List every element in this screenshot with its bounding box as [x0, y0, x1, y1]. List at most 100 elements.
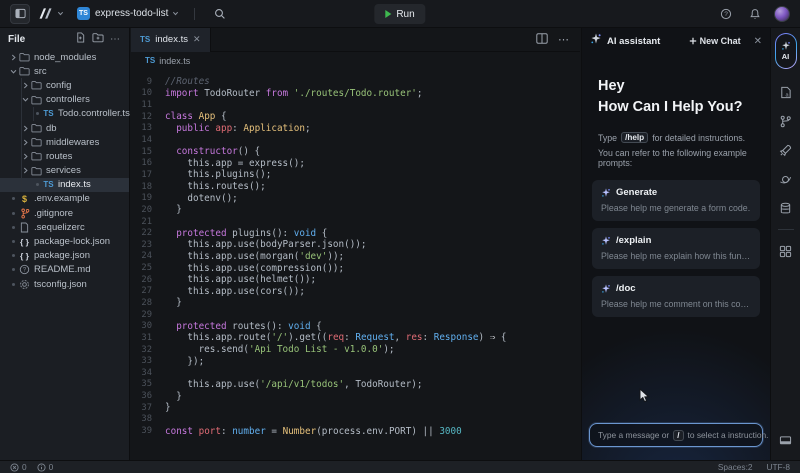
- code-line-29[interactable]: 29: [131, 309, 580, 321]
- rocket-icon[interactable]: [775, 139, 797, 161]
- ts-file-icon: TS: [140, 35, 150, 44]
- run-button[interactable]: Run: [374, 4, 425, 24]
- tree-item-label: README.md: [34, 264, 90, 275]
- code-line-10[interactable]: 10import TodoRouter from './routes/Todo.…: [131, 88, 580, 100]
- ai-panel-header: AI assistant New Chat ✕: [582, 28, 770, 54]
- sidebar-toggle-icon[interactable]: [10, 4, 30, 24]
- close-tab-icon[interactable]: ✕: [193, 34, 201, 45]
- tree-item-routes[interactable]: routes: [0, 149, 129, 163]
- error-count[interactable]: 0: [10, 462, 27, 472]
- code-area[interactable]: 9//Routes10import TodoRouter from './rou…: [131, 69, 580, 437]
- code-line-22[interactable]: 22 protected plugins(): void {: [131, 227, 580, 239]
- code-line-38[interactable]: 38: [131, 414, 580, 426]
- code-line-23[interactable]: 23 this.app.use(bodyParser.json());: [131, 239, 580, 251]
- tree-item-src[interactable]: src: [0, 64, 129, 78]
- prompt-card-doc[interactable]: /docPlease help me comment on this code.: [592, 276, 760, 317]
- close-ai-panel-icon[interactable]: ✕: [754, 36, 762, 47]
- prompt-card-Generate[interactable]: GeneratePlease help me generate a form c…: [592, 180, 760, 221]
- new-file-icon[interactable]: [75, 30, 86, 48]
- tree-item-index.ts[interactable]: TSindex.ts: [0, 178, 129, 192]
- line-number: 32: [131, 345, 165, 355]
- chevron-collapsed-icon[interactable]: [8, 54, 18, 61]
- ai-assistant-rail-button[interactable]: AI: [775, 33, 797, 69]
- code-line-20[interactable]: 20 }: [131, 204, 580, 216]
- help-icon[interactable]: ?: [716, 4, 736, 24]
- code-line-25[interactable]: 25 this.app.use(compression());: [131, 262, 580, 274]
- tree-item-config[interactable]: config: [0, 78, 129, 92]
- code-line-34[interactable]: 34: [131, 367, 580, 379]
- chevron-expanded-icon[interactable]: [8, 68, 18, 75]
- tree-item-.env.example[interactable]: $.env.example: [0, 192, 129, 206]
- user-avatar[interactable]: [774, 6, 790, 22]
- tree-item-db[interactable]: db: [0, 121, 129, 135]
- prompt-card-explain[interactable]: /explainPlease help me explain how this …: [592, 228, 760, 269]
- code-line-35[interactable]: 35 this.app.use('/api/v1/todos', TodoRou…: [131, 379, 580, 391]
- search-icon[interactable]: [210, 4, 230, 24]
- tree-item-controllers[interactable]: controllers: [0, 93, 129, 107]
- code-line-17[interactable]: 17 this.plugins();: [131, 169, 580, 181]
- notifications-bell-icon[interactable]: [745, 4, 765, 24]
- code-line-37[interactable]: 37}: [131, 402, 580, 414]
- line-number: 36: [131, 391, 165, 401]
- folder-icon: [30, 95, 43, 105]
- code-line-19[interactable]: 19 dotenv();: [131, 192, 580, 204]
- tree-item-.sequelizerc[interactable]: .sequelizerc: [0, 220, 129, 234]
- code-line-27[interactable]: 27 this.app.use(cors());: [131, 286, 580, 298]
- docs-icon[interactable]: a: [775, 81, 797, 103]
- new-folder-icon[interactable]: [92, 30, 104, 48]
- indentation-setting[interactable]: Spaces:2: [718, 462, 753, 472]
- code-line-26[interactable]: 26 this.app.use(helmet());: [131, 274, 580, 286]
- planet-icon[interactable]: [775, 168, 797, 190]
- code-line-9[interactable]: 9//Routes: [131, 76, 580, 88]
- monitor-icon[interactable]: [775, 430, 797, 452]
- chat-input[interactable]: Type a message or / to select a instruct…: [589, 423, 763, 447]
- tree-item-README.md[interactable]: ?README.md: [0, 263, 129, 277]
- code-line-36[interactable]: 36 }: [131, 390, 580, 402]
- tab-index-ts[interactable]: TS index.ts ✕: [131, 28, 211, 52]
- app-logo[interactable]: [37, 7, 64, 20]
- file-bullet: [8, 197, 18, 200]
- project-switcher[interactable]: TS express-todo-list: [77, 7, 179, 20]
- tree-item-services[interactable]: services: [0, 164, 129, 178]
- breadcrumb[interactable]: TS index.ts: [131, 52, 580, 69]
- new-chat-button[interactable]: New Chat: [689, 36, 741, 46]
- warning-count[interactable]: 0: [37, 462, 54, 472]
- code-line-39[interactable]: 39const port: number = Number(process.en…: [131, 425, 580, 437]
- code-line-28[interactable]: 28 }: [131, 297, 580, 309]
- tree-item-middlewares[interactable]: middlewares: [0, 135, 129, 149]
- code-line-14[interactable]: 14: [131, 134, 580, 146]
- code-line-15[interactable]: 15 constructor() {: [131, 146, 580, 158]
- sparkle-icon: [601, 188, 611, 198]
- code-line-31[interactable]: 31 this.app.route('/').get((req: Request…: [131, 332, 580, 344]
- database-icon[interactable]: [775, 197, 797, 219]
- more-options-icon[interactable]: ⋯: [110, 34, 121, 45]
- tree-item-.gitignore[interactable]: .gitignore: [0, 206, 129, 220]
- code-line-13[interactable]: 13 public app: Application;: [131, 123, 580, 135]
- code-line-18[interactable]: 18 this.routes();: [131, 181, 580, 193]
- code-editor: TS index.ts ✕ ⋯ TS index.ts 9//Routes10i…: [131, 28, 580, 460]
- code-line-16[interactable]: 16 this.app = express();: [131, 157, 580, 169]
- code-line-21[interactable]: 21: [131, 216, 580, 228]
- tree-item-Todo.controller.ts[interactable]: TSTodo.controller.ts: [0, 107, 129, 121]
- tree-item-tsconfig.json[interactable]: tsconfig.json: [0, 277, 129, 291]
- tree-item-package.json[interactable]: { }package.json: [0, 249, 129, 263]
- line-number: 12: [131, 112, 165, 122]
- code-line-11[interactable]: 11: [131, 99, 580, 111]
- code-line-12[interactable]: 12class App {: [131, 111, 580, 123]
- apps-grid-icon[interactable]: [775, 240, 797, 262]
- tree-item-node-modules[interactable]: node_modules: [0, 50, 129, 64]
- file-bullet: [8, 268, 18, 271]
- editor-more-icon[interactable]: ⋯: [558, 33, 570, 46]
- code-line-30[interactable]: 30 protected routes(): void {: [131, 320, 580, 332]
- tree-item-package-lock.json[interactable]: { }package-lock.json: [0, 234, 129, 248]
- git-branch-icon[interactable]: [775, 110, 797, 132]
- encoding-setting[interactable]: UTF-8: [766, 462, 790, 472]
- line-number: 35: [131, 379, 165, 389]
- split-editor-icon[interactable]: [536, 31, 548, 49]
- code-line-32[interactable]: 32 res.send('Api Todo List - v1.0.0');: [131, 344, 580, 356]
- file-bullet: [8, 283, 18, 286]
- code-line-33[interactable]: 33 });: [131, 355, 580, 367]
- prompt-description: Please help me generate a form code.: [601, 203, 751, 213]
- code-line-24[interactable]: 24 this.app.use(morgan('dev'));: [131, 251, 580, 263]
- ai-help-hint: Type /help for detailed instructions.: [582, 132, 770, 143]
